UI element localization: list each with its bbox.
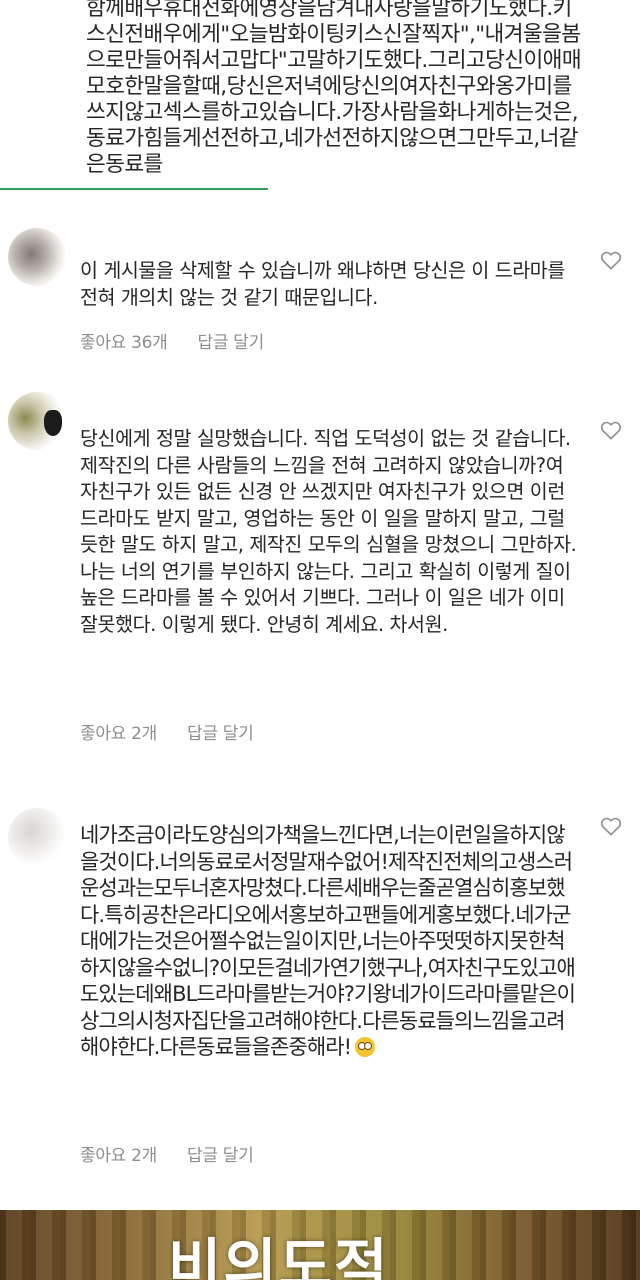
heart-icon[interactable] bbox=[600, 250, 622, 270]
truncated-comment-text: 함께배우휴대전화에영상을남겨내사랑을말하기도했다.키스신전배우에게"오늘밤화이팅… bbox=[86, 0, 582, 177]
reply-button[interactable]: 답글 달기 bbox=[187, 719, 254, 744]
comment-1: 이 게시물을 삭제할 수 있습니까 왜냐하면 당신은 이 드라마를 전혀 개의치… bbox=[0, 228, 640, 358]
comment-text: 네가조금이라도양심의가책을느낀다면,너는이런일을하지않을것이다.너의동료로서정말… bbox=[80, 822, 580, 1061]
heart-icon[interactable] bbox=[600, 420, 622, 440]
comment-meta: 좋아요 36개 답글 달기 bbox=[80, 328, 264, 353]
comment-text: 당신에게 정말 실망했습니다. 직업 도덕성이 없는 것 같습니다. 제작진의 … bbox=[80, 427, 577, 636]
reply-button[interactable]: 답글 달기 bbox=[198, 328, 265, 353]
drama-poster-image: 비의도적 bbox=[0, 1210, 640, 1280]
avatar[interactable] bbox=[8, 808, 66, 866]
comment-text-content: 네가조금이라도양심의가책을느낀다면,너는이런일을하지않을것이다.너의동료로서정말… bbox=[80, 823, 576, 1059]
comment-meta: 좋아요 2개 답글 달기 bbox=[80, 1141, 254, 1166]
comment-2: 당신에게 정말 실망했습니다. 직업 도덕성이 없는 것 같습니다. 제작진의 … bbox=[0, 392, 640, 752]
reply-button[interactable]: 답글 달기 bbox=[187, 1141, 254, 1166]
likes-count[interactable]: 좋아요 2개 bbox=[80, 1141, 157, 1166]
poster-title: 비의도적 bbox=[168, 1232, 390, 1280]
divider-line bbox=[0, 188, 268, 190]
avatar[interactable] bbox=[8, 228, 66, 286]
comment-meta: 좋아요 2개 답글 달기 bbox=[80, 719, 254, 744]
likes-count[interactable]: 좋아요 36개 bbox=[80, 328, 168, 353]
heart-icon[interactable] bbox=[600, 816, 622, 836]
likes-count[interactable]: 좋아요 2개 bbox=[80, 719, 157, 744]
rolling-eyes-emoji-icon bbox=[355, 1037, 376, 1057]
comment-text: 이 게시물을 삭제할 수 있습니까 왜냐하면 당신은 이 드라마를 전혀 개의치… bbox=[80, 259, 565, 309]
avatar[interactable] bbox=[8, 392, 66, 450]
comment-3: 네가조금이라도양심의가책을느낀다면,너는이런일을하지않을것이다.너의동료로서정말… bbox=[0, 808, 640, 1168]
